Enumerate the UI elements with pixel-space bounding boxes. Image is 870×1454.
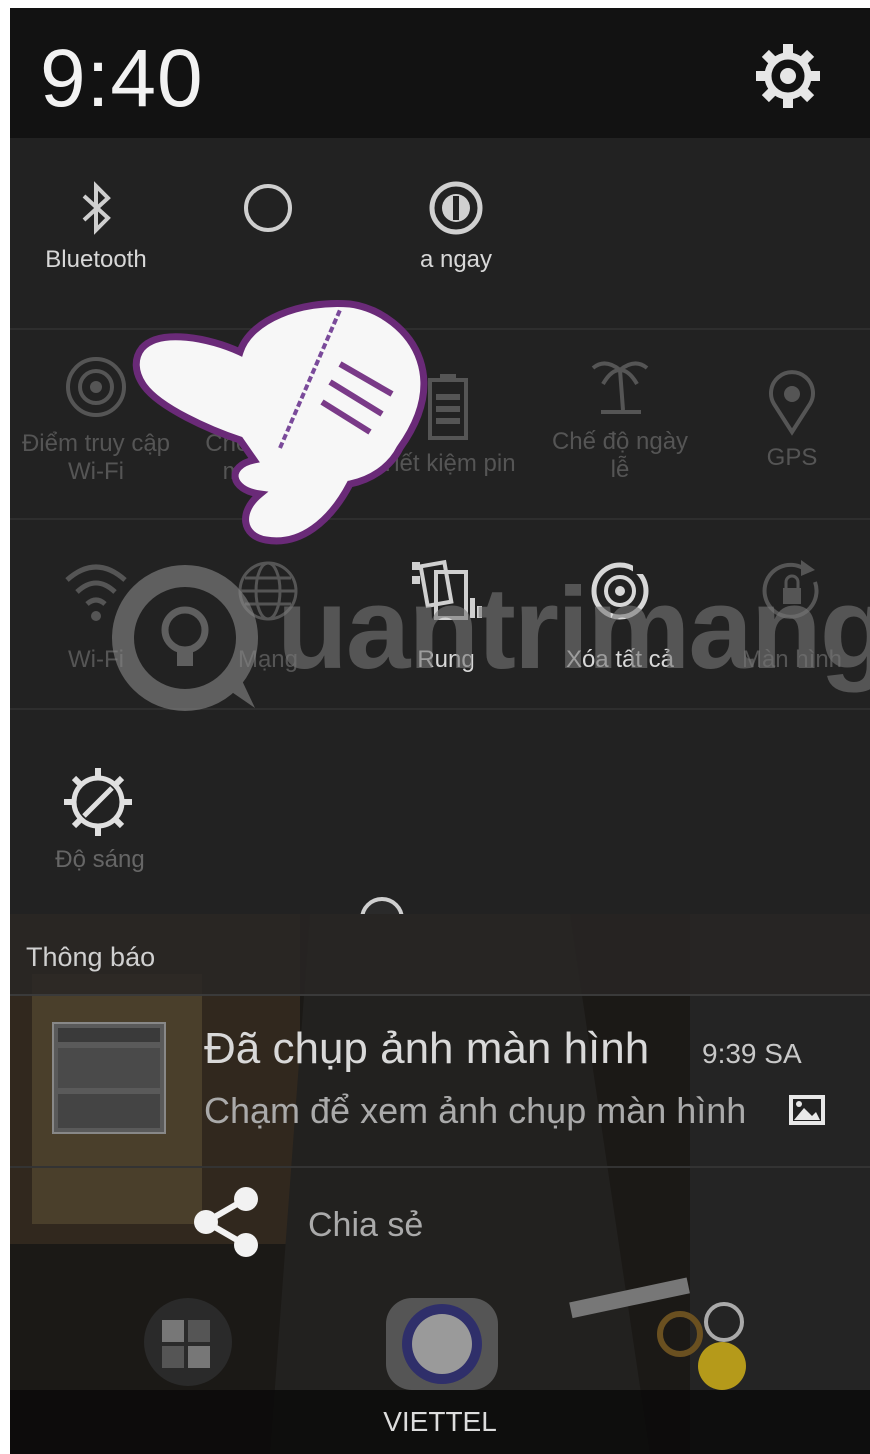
tile-label: a ngay [419, 246, 493, 273]
tile-clear-all[interactable]: Xóa tất cả [534, 558, 706, 674]
status-bar: 9:40 [10, 8, 870, 138]
tile-label: Bluetooth [45, 246, 147, 273]
notification-header-title: Thông báo [26, 942, 156, 972]
tile-label: Wi-Fi [68, 646, 124, 673]
tile-label: Mạng [237, 646, 299, 673]
divider [10, 708, 870, 710]
tile-screen-rotation[interactable]: Màn hình [706, 558, 870, 674]
share-action-label[interactable]: Chia sẻ [308, 1206, 423, 1245]
carrier-label: VIETTEL [383, 1406, 497, 1437]
tile-airplane[interactable] [182, 178, 354, 246]
screenshot-thumbnail[interactable] [52, 1022, 166, 1134]
calendar-app-icon [144, 1298, 232, 1386]
notification-header: Thông báo [10, 914, 870, 996]
tile-bluetooth[interactable]: Bluetooth [10, 178, 182, 274]
screen-lock-icon [762, 560, 819, 619]
share-icon[interactable] [190, 1186, 262, 1258]
tile-gps[interactable]: GPS [706, 366, 870, 472]
tile-label: Xóa tất cả [565, 646, 675, 673]
notification-area: Thông báo Đã chụp ảnh màn hình 9:39 SA C… [10, 914, 870, 1454]
globe-icon [238, 561, 298, 621]
tile-label: GPS [766, 444, 818, 471]
notification-title[interactable]: Đã chụp ảnh màn hình [204, 1024, 649, 1074]
tile-label: Màn hình [741, 646, 843, 673]
settings-gear-icon[interactable] [754, 42, 822, 110]
tile-do-not-disturb[interactable]: a ngay [370, 178, 542, 274]
tile-holiday-mode[interactable]: Chế độ ngày lễ [534, 350, 706, 484]
tile-label: Rung [417, 646, 475, 673]
clock: 9:40 [40, 33, 204, 124]
tile-label: Chế độ ngày [551, 428, 689, 455]
auto-brightness-icon[interactable] [62, 766, 134, 838]
quick-settings-panel: Bluetooth a ngay Điểm truy cập Wi-Fi Tiế… [10, 138, 870, 1046]
tile-vibrate[interactable]: Rung [360, 558, 532, 674]
game-app-icon [657, 1302, 746, 1390]
vibrate-icon [412, 559, 482, 620]
tile-label: lễ [610, 456, 630, 483]
hotspot-icon [66, 357, 126, 417]
brightness-label: Độ sáng [55, 846, 145, 873]
location-pin-icon [769, 370, 815, 436]
pointing-hand-icon [132, 299, 428, 545]
airplane-icon [244, 184, 292, 232]
thumbnail-image [54, 1024, 164, 1132]
notification-subtitle[interactable]: Chạm để xem ảnh chụp màn hình [204, 1090, 746, 1132]
wifi-icon [65, 564, 127, 621]
phone-screen: 9:40 Bluetooth a ngay Điểm truy cập Wi-F… [10, 8, 870, 1454]
tile-wifi[interactable]: Wi-Fi [10, 558, 182, 674]
clear-all-icon [591, 560, 649, 620]
bluetooth-icon [82, 181, 111, 235]
tile-network[interactable]: Mạng [182, 558, 354, 674]
divider [10, 1166, 870, 1168]
notification-time: 9:39 SA [702, 1038, 802, 1069]
holiday-mode-icon [591, 361, 649, 414]
cleaner-app-icon [386, 1298, 498, 1390]
gallery-icon [789, 1095, 825, 1125]
do-not-disturb-icon [429, 181, 483, 235]
